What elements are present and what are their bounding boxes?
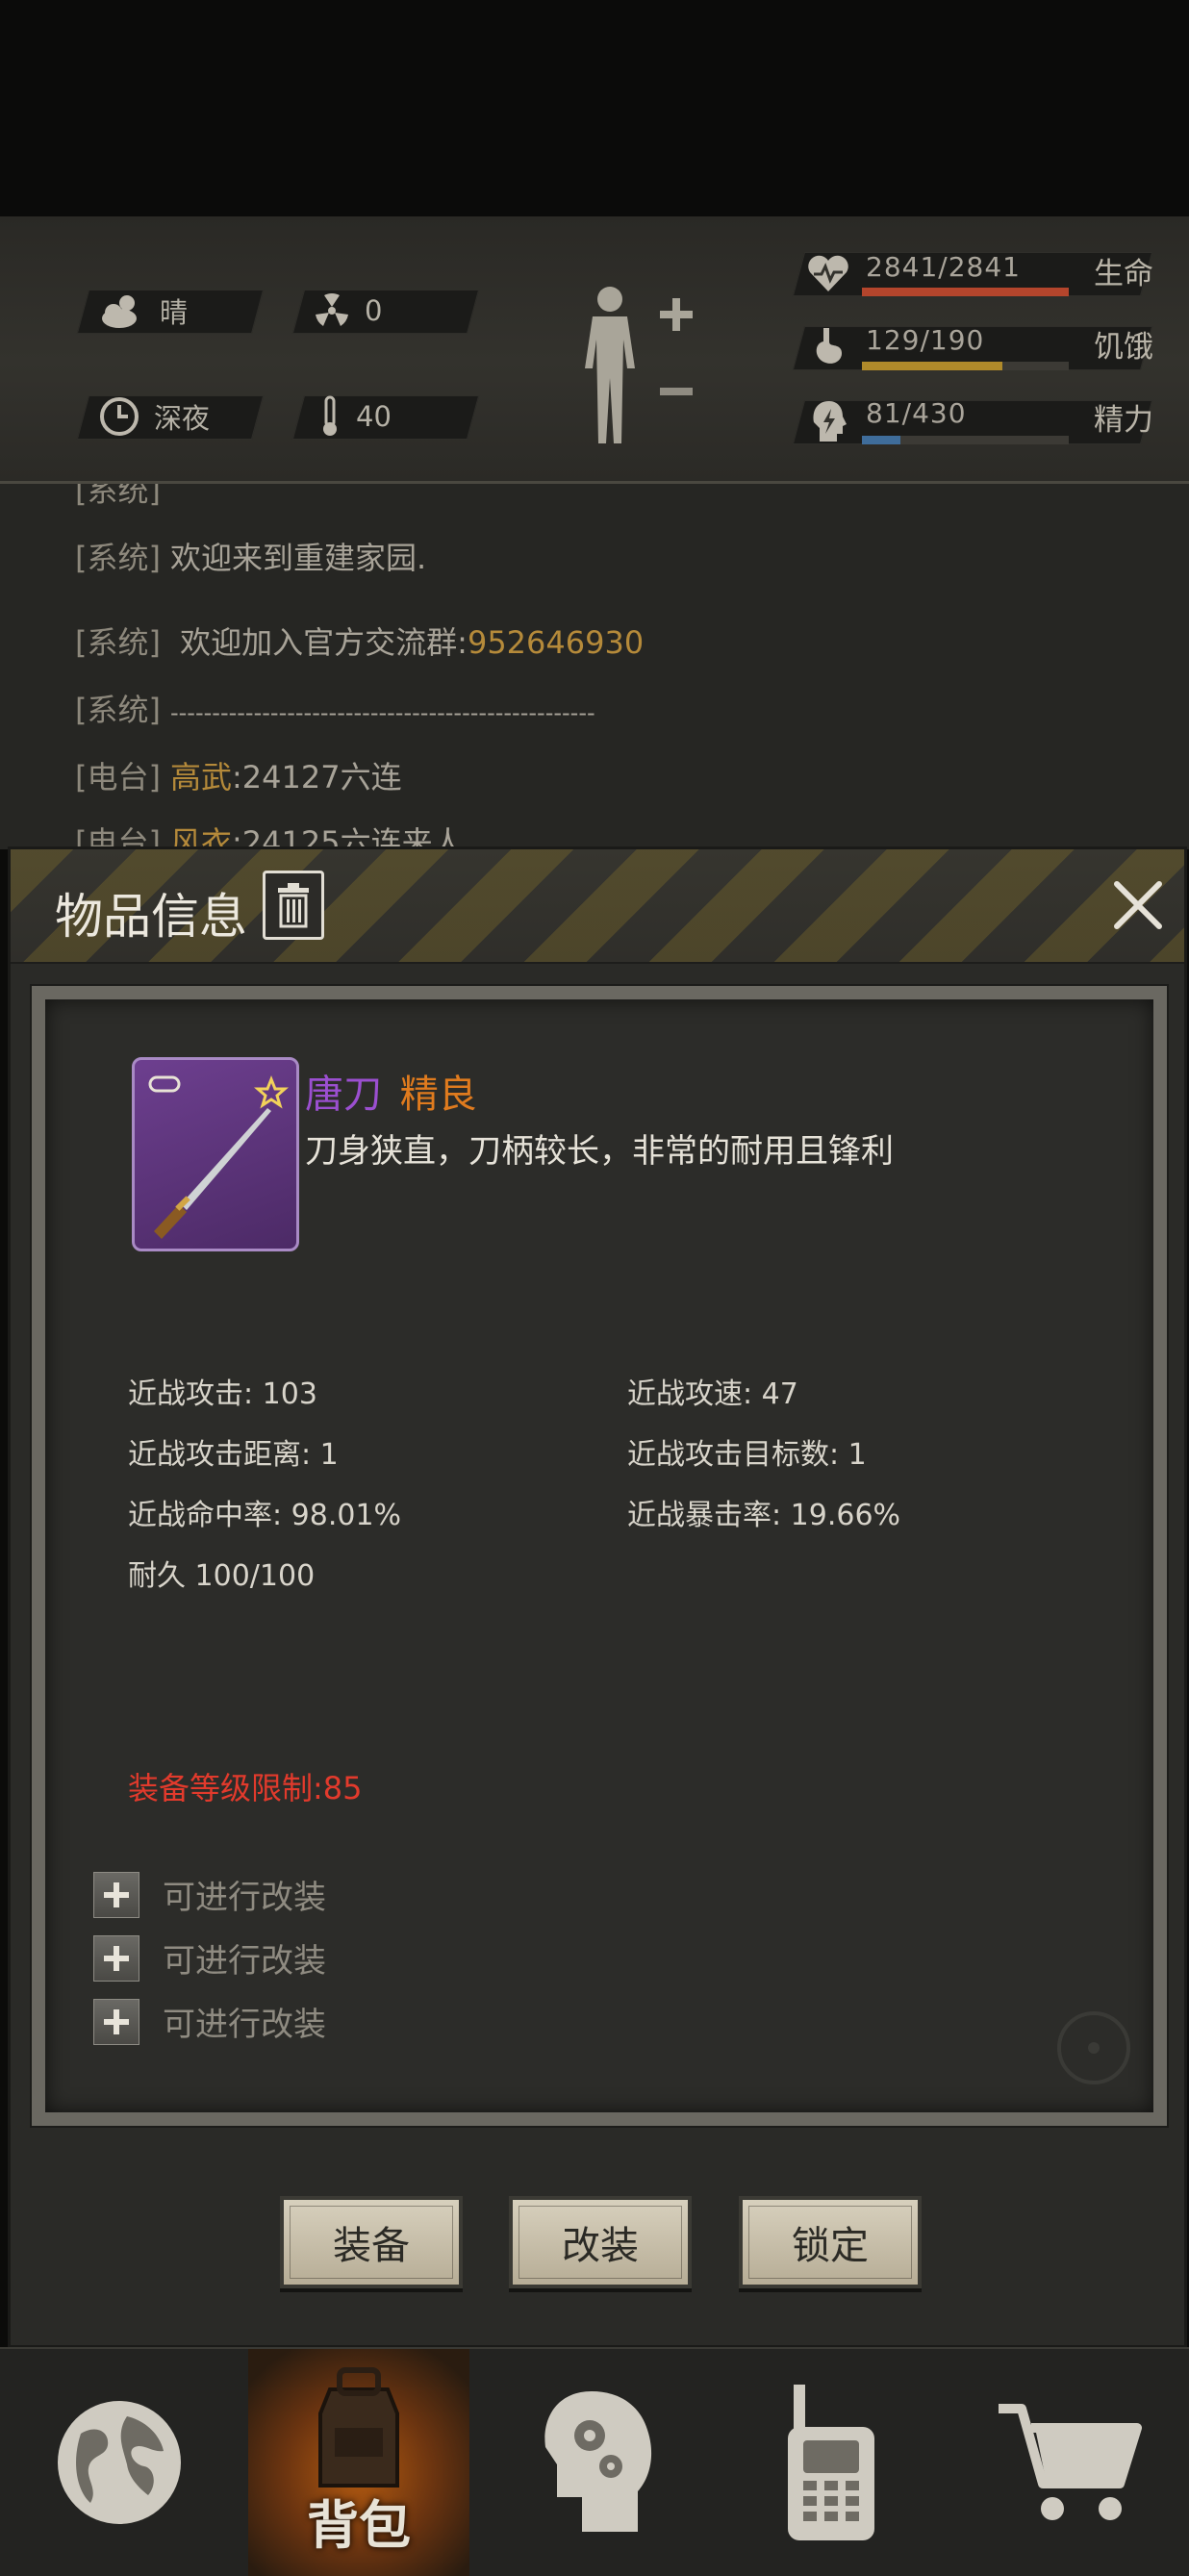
panel-header: 物品信息 bbox=[11, 849, 1184, 964]
walkie-talkie-icon bbox=[787, 2385, 874, 2540]
log-line-partial: [系统] bbox=[75, 484, 161, 509]
item-name: 唐刀 bbox=[305, 1073, 382, 1117]
nav-backpack[interactable]: 背包 bbox=[248, 2349, 469, 2576]
weather-label: 晴 bbox=[160, 296, 189, 329]
log-line: [电台] 高武:24127六连 bbox=[75, 759, 402, 796]
temperature-display: 40 bbox=[317, 395, 392, 438]
mod-slot[interactable]: 可进行改装 bbox=[93, 1998, 326, 2045]
modify-button[interactable]: 改装 bbox=[509, 2196, 692, 2288]
log-line: [电台] 风衣:24125六连来人 bbox=[75, 824, 464, 849]
health-label: 生命 bbox=[1094, 257, 1153, 291]
energy-bar bbox=[862, 436, 1069, 444]
message-log[interactable]: [系统] [系统] 欢迎来到重建家园. [系统] 欢迎加入官方交流群:952646… bbox=[0, 484, 1189, 849]
equip-button[interactable]: 装备 bbox=[280, 2196, 463, 2288]
energy-value: 81/430 bbox=[866, 397, 967, 429]
heart-icon bbox=[808, 255, 848, 291]
hunger-bar bbox=[862, 362, 1069, 370]
attr-melee-hit-rate: 近战命中率: 98.01% bbox=[128, 1499, 402, 1532]
plus-icon bbox=[93, 1934, 139, 1982]
head-lightning-icon bbox=[813, 401, 847, 442]
nav-world[interactable] bbox=[0, 2349, 238, 2576]
attr-durability: 耐久 100/100 bbox=[128, 1559, 316, 1593]
time-label: 深夜 bbox=[154, 402, 211, 435]
cloud-sun-icon bbox=[102, 295, 137, 328]
log-line: [系统] 欢迎加入官方交流群:952646930 bbox=[75, 624, 645, 661]
shopping-cart-icon bbox=[998, 2404, 1142, 2520]
attr-melee-crit-rate: 近战暴击率: 19.66% bbox=[627, 1499, 901, 1532]
thermometer-icon bbox=[323, 395, 337, 436]
health-bar-fill bbox=[862, 288, 1069, 296]
level-requirement: 装备等级限制:85 bbox=[128, 1770, 363, 1806]
time-display: 深夜 bbox=[98, 395, 210, 438]
temperature-value: 40 bbox=[356, 400, 392, 433]
head-gears-icon bbox=[544, 2391, 651, 2532]
weather-display: 晴 bbox=[98, 290, 188, 332]
katana-icon bbox=[148, 1074, 289, 1239]
nav-backpack-label: 背包 bbox=[307, 2495, 411, 2556]
radiation-value: 0 bbox=[365, 294, 383, 327]
body-status-icon[interactable] bbox=[571, 282, 696, 445]
health-bar bbox=[862, 288, 1069, 296]
radiation-icon bbox=[316, 293, 348, 326]
plus-icon bbox=[93, 1998, 139, 2045]
attr-melee-range: 近战攻击距离: 1 bbox=[128, 1438, 339, 1472]
item-icon-slot[interactable] bbox=[132, 1057, 299, 1251]
mod-slot-label: 可进行改装 bbox=[163, 1879, 326, 1917]
bottom-nav: 背包 bbox=[0, 2347, 1189, 2576]
item-details-frame: 唐刀 精良 刀身狭直，刀柄较长，非常的耐用且锋利 近战攻击: 103 近战攻速:… bbox=[30, 984, 1169, 2128]
log-line: [系统] ------------------------------------… bbox=[75, 692, 595, 728]
attr-melee-attack: 近战攻击: 103 bbox=[128, 1377, 317, 1411]
radiation-display: 0 bbox=[313, 290, 382, 332]
trash-icon bbox=[278, 883, 309, 928]
mod-slot-label: 可进行改装 bbox=[163, 2006, 326, 2044]
lock-button[interactable]: 锁定 bbox=[739, 2196, 922, 2288]
hunger-label: 饥饿 bbox=[1094, 330, 1153, 365]
nav-radio[interactable] bbox=[712, 2349, 949, 2576]
hunger-value: 129/190 bbox=[866, 324, 985, 356]
clock-icon bbox=[100, 397, 139, 436]
status-hud: 晴 0 深夜 40 2841/2841 生命 129/190 饥饿 81/430… bbox=[0, 216, 1189, 484]
nav-skills[interactable] bbox=[477, 2349, 715, 2576]
attr-melee-targets: 近战攻击目标数: 1 bbox=[627, 1438, 867, 1472]
log-line: [系统] 欢迎来到重建家园. bbox=[75, 540, 427, 576]
mod-slot[interactable]: 可进行改装 bbox=[93, 1871, 326, 1918]
close-button[interactable] bbox=[1107, 874, 1169, 936]
item-title: 唐刀 精良 bbox=[305, 1063, 477, 1119]
panel-title: 物品信息 bbox=[55, 889, 247, 945]
globe-icon bbox=[57, 2401, 181, 2524]
item-quality: 精良 bbox=[399, 1073, 477, 1117]
nav-shop[interactable] bbox=[950, 2349, 1188, 2576]
energy-bar-fill bbox=[862, 436, 901, 444]
delete-item-button[interactable] bbox=[263, 871, 324, 940]
plus-icon bbox=[93, 1871, 139, 1918]
hunger-bar-fill bbox=[862, 362, 1002, 370]
mod-slot-label: 可进行改装 bbox=[163, 1942, 326, 1981]
mod-slot[interactable]: 可进行改装 bbox=[93, 1934, 326, 1982]
energy-label: 精力 bbox=[1094, 403, 1153, 438]
radiation-watermark-icon bbox=[1057, 2011, 1130, 2084]
item-description: 刀身狭直，刀柄较长，非常的耐用且锋利 bbox=[305, 1132, 894, 1171]
attr-melee-speed: 近战攻速: 47 bbox=[627, 1377, 798, 1411]
item-details: 唐刀 精良 刀身狭直，刀柄较长，非常的耐用且锋利 近战攻击: 103 近战攻速:… bbox=[45, 999, 1153, 2112]
item-info-panel: 物品信息 唐刀 精良 刀身狭直，刀柄较长，非常的耐用且锋利 近战攻击: 103 … bbox=[8, 846, 1187, 2348]
health-value: 2841/2841 bbox=[866, 251, 1021, 283]
stomach-icon bbox=[816, 328, 843, 364]
